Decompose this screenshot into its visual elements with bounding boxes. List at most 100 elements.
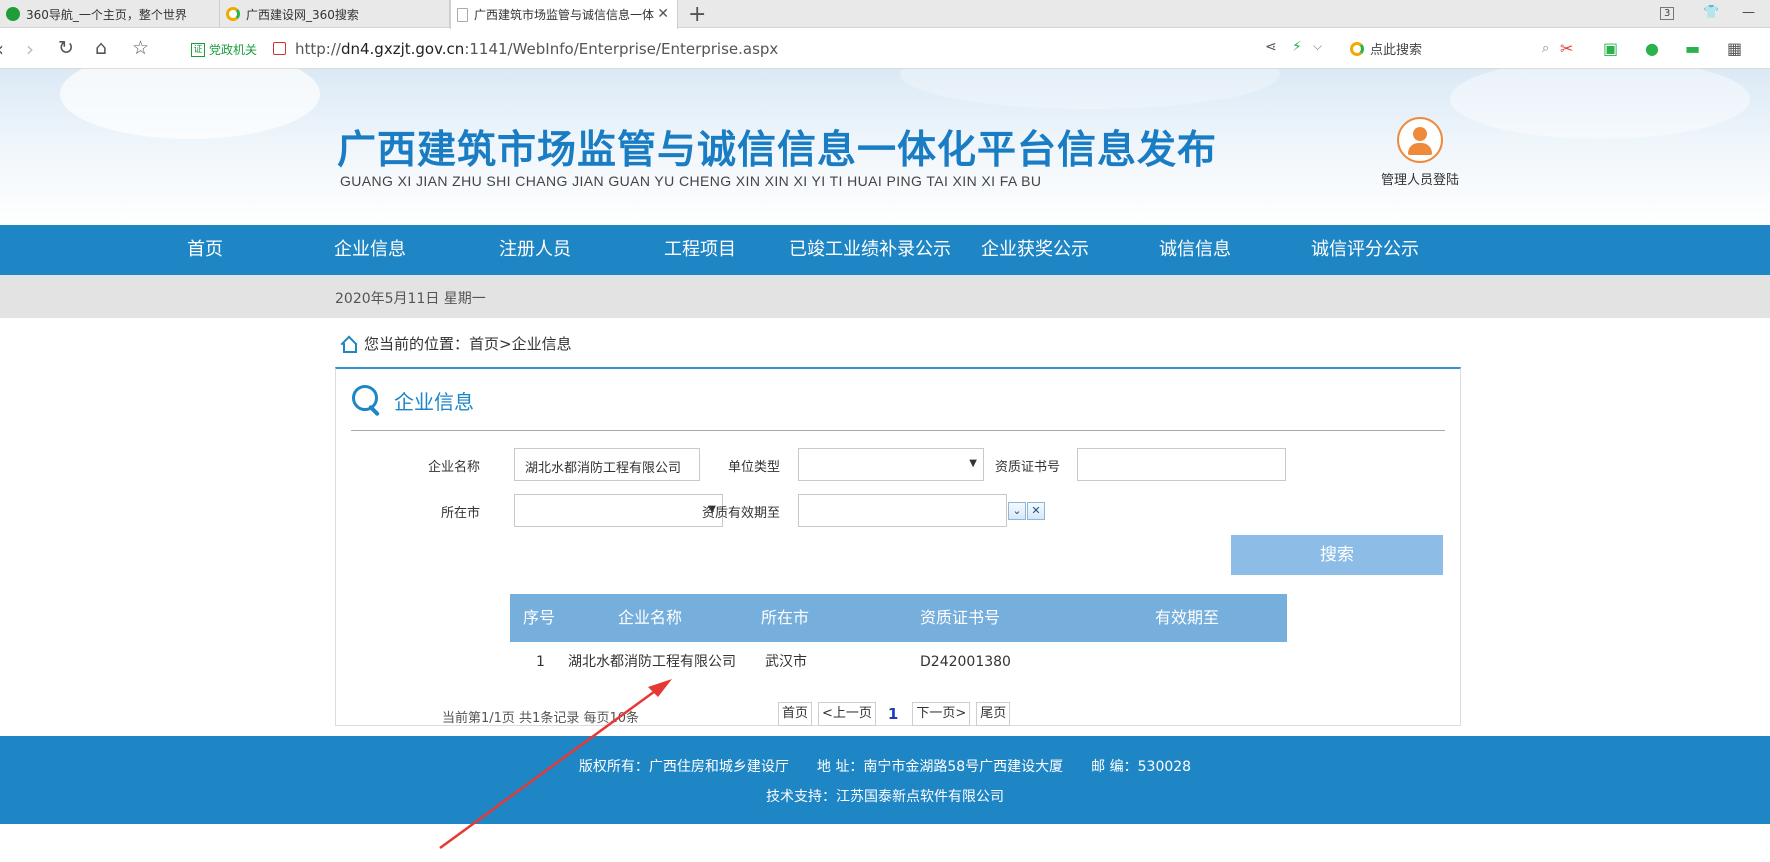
- new-tab-button[interactable]: +: [688, 2, 706, 27]
- shirt-icon[interactable]: 👕: [1703, 5, 1719, 20]
- screenshot-scissors-icon[interactable]: ✂: [1560, 39, 1573, 58]
- site-title: 广西建筑市场监管与诚信信息一体化平台信息发布: [337, 128, 1218, 173]
- url-field[interactable]: http://dn4.gxzjt.gov.cn:1141/WebInfo/Ent…: [295, 40, 778, 58]
- date-picker-button[interactable]: ⌄: [1008, 502, 1026, 520]
- col-header-valid-until: 有效期至: [1155, 608, 1220, 627]
- site-security-icon[interactable]: [273, 42, 286, 55]
- tab-title: 广西建设网_360搜索: [246, 7, 359, 22]
- gov-badge-label: 党政机关: [209, 43, 258, 57]
- browser-tab-360-search[interactable]: 广西建设网_360搜索: [220, 0, 450, 28]
- panel-title: 企业信息: [352, 385, 474, 415]
- valid-until-input[interactable]: [798, 494, 1007, 527]
- site-header: 广西建筑市场监管与诚信信息一体化平台信息发布 GUANG XI JIAN ZHU…: [0, 69, 1770, 225]
- forward-icon[interactable]: ›: [26, 37, 34, 61]
- col-header-index: 序号: [523, 608, 556, 627]
- nav-item-awards[interactable]: 企业获奖公示: [965, 225, 1105, 275]
- nav-item-credit-info[interactable]: 诚信信息: [1145, 225, 1245, 275]
- valid-until-label: 资质有效期至: [701, 506, 780, 521]
- divider: [351, 430, 1445, 431]
- back-icon[interactable]: ‹: [0, 37, 4, 61]
- col-header-cert-no: 资质证书号: [920, 608, 1001, 627]
- nav-item-personnel[interactable]: 注册人员: [485, 225, 585, 275]
- nav-item-credit-score[interactable]: 诚信评分公示: [1295, 225, 1435, 275]
- breadcrumb-current: 企业信息: [511, 335, 572, 353]
- browser-tab-360-nav[interactable]: 360导航_一个主页，整个世界: [0, 0, 220, 28]
- site-subtitle: GUANG XI JIAN ZHU SHI CHANG JIAN GUAN YU…: [340, 173, 1042, 189]
- browser-tab-bar: 360导航_一个主页，整个世界 广西建设网_360搜索 广西建筑市场监管与诚信信…: [0, 0, 1770, 29]
- translate-icon[interactable]: ▣: [1603, 39, 1618, 58]
- url-prefix: http://: [295, 40, 341, 58]
- extensions-grid-icon[interactable]: ▦: [1727, 39, 1742, 58]
- search-icon[interactable]: ⌕: [1542, 41, 1549, 56]
- 360-logo-icon: [6, 7, 20, 21]
- col-header-city: 所在市: [761, 608, 810, 627]
- cell-company-link[interactable]: 湖北水都消防工程有限公司: [568, 642, 736, 682]
- tab-count-badge[interactable]: 3: [1660, 7, 1675, 20]
- prev-page-button[interactable]: <上一页: [818, 702, 876, 726]
- close-tab-icon[interactable]: ✕: [657, 6, 669, 22]
- cell-city: 武汉市: [765, 654, 807, 670]
- search-button[interactable]: 搜索: [1231, 535, 1443, 575]
- breadcrumb-prefix: 您当前的位置：: [364, 335, 470, 353]
- 360-search-logo-icon: [1350, 41, 1364, 56]
- tab-title: 360导航_一个主页，整个世界: [26, 7, 187, 22]
- nav-item-completed-works[interactable]: 已竣工业绩补录公示: [780, 225, 960, 275]
- home-icon[interactable]: ⌂: [95, 37, 107, 59]
- favorite-star-icon[interactable]: ☆: [132, 37, 149, 59]
- share-icon[interactable]: ⋖: [1265, 39, 1277, 55]
- cert-no-input[interactable]: [1077, 448, 1286, 481]
- user-avatar-icon: [1397, 117, 1443, 163]
- nav-item-home[interactable]: 首页: [155, 225, 255, 275]
- date-bar: 2020年5月11日 星期一: [0, 275, 1770, 318]
- nav-item-enterprise[interactable]: 企业信息: [320, 225, 420, 275]
- browser-tab-active[interactable]: 广西建筑市场监管与诚信信息一体化 ✕: [450, 0, 678, 29]
- address-bar: ‹ › ↻ ⌂ ☆ 证 党政机关 http://dn4.gxzjt.gov.cn…: [0, 29, 1770, 69]
- refresh-icon[interactable]: ↻: [58, 37, 74, 59]
- first-page-button[interactable]: 首页: [778, 702, 813, 726]
- unit-type-select[interactable]: ▼: [798, 448, 984, 481]
- last-page-button[interactable]: 尾页: [976, 702, 1011, 726]
- search-box[interactable]: 点此搜索 ⌕: [1350, 39, 1549, 58]
- tab-title: 广西建筑市场监管与诚信信息一体化: [474, 8, 654, 22]
- url-host: dn4.gxzjt.gov.cn: [340, 40, 465, 58]
- main-nav: 首页 企业信息 注册人员 工程项目 已竣工业绩补录公示 企业获奖公示 诚信信息 …: [0, 225, 1770, 275]
- footer-tech-support: 技术支持：江苏国泰新点软件有限公司: [766, 789, 1004, 805]
- 360-search-icon: [226, 7, 240, 21]
- speed-icon[interactable]: ⚡: [1292, 39, 1302, 55]
- footer-copyright: 版权所有：广西住房和城乡建设厅 地 址：南宁市金湖路58号广西建设大厦 邮 编：…: [578, 759, 1192, 775]
- cert-no-label: 资质证书号: [994, 460, 1060, 475]
- cell-cert-no: D242001380: [920, 654, 1011, 670]
- chevron-down-icon[interactable]: ⌵: [1313, 39, 1322, 54]
- pager-info: 当前第1/1页 共1条记录 每页10条: [442, 711, 639, 726]
- admin-login[interactable]: 管理人员登陆: [1365, 117, 1475, 188]
- breadcrumb-home-link[interactable]: 首页: [469, 333, 499, 354]
- company-name-label: 企业名称: [427, 460, 480, 475]
- home-icon: [340, 336, 357, 353]
- admin-login-label: 管理人员登陆: [1380, 173, 1459, 188]
- gov-badge[interactable]: 证 党政机关: [191, 41, 257, 58]
- breadcrumb-separator: >: [499, 334, 512, 353]
- page-icon: [457, 7, 468, 22]
- gov-badge-icon: 证: [191, 42, 205, 57]
- city-select[interactable]: ▼: [514, 494, 723, 527]
- wallet-icon[interactable]: ●: [1645, 39, 1659, 58]
- nav-item-projects[interactable]: 工程项目: [650, 225, 750, 275]
- breadcrumb: 您当前的位置： 首页 > 企业信息: [340, 333, 572, 354]
- next-page-button[interactable]: 下一页>: [912, 702, 971, 726]
- city-label: 所在市: [440, 506, 480, 521]
- site-footer: 版权所有：广西住房和城乡建设厅 地 址：南宁市金湖路58号广西建设大厦 邮 编：…: [0, 736, 1770, 824]
- clear-date-button[interactable]: ✕: [1027, 502, 1045, 520]
- pager: 首页 <上一页 1 下一页> 尾页: [778, 702, 1016, 726]
- col-header-company: 企业名称: [618, 608, 683, 627]
- url-path: :1141/WebInfo/Enterprise/Enterprise.aspx: [464, 40, 779, 58]
- search-placeholder: 点此搜索: [1370, 43, 1423, 58]
- minimize-icon[interactable]: —: [1742, 5, 1755, 20]
- enterprise-search-panel: 企业信息 企业名称 湖北水都消防工程有限公司 单位类型 ▼ 资质证书号 所在市 …: [335, 367, 1461, 726]
- search-magnifier-icon: [352, 385, 382, 415]
- unit-type-label: 单位类型: [727, 460, 780, 475]
- company-name-input[interactable]: 湖北水都消防工程有限公司: [514, 448, 700, 481]
- panel-title-text: 企业信息: [394, 389, 474, 414]
- result-table: 序号 企业名称 所在市 资质证书号 有效期至 1 湖北水都消防工程有限公司 武汉…: [510, 594, 1287, 682]
- cell-index: 1: [536, 654, 545, 670]
- game-icon[interactable]: ▬: [1685, 39, 1700, 58]
